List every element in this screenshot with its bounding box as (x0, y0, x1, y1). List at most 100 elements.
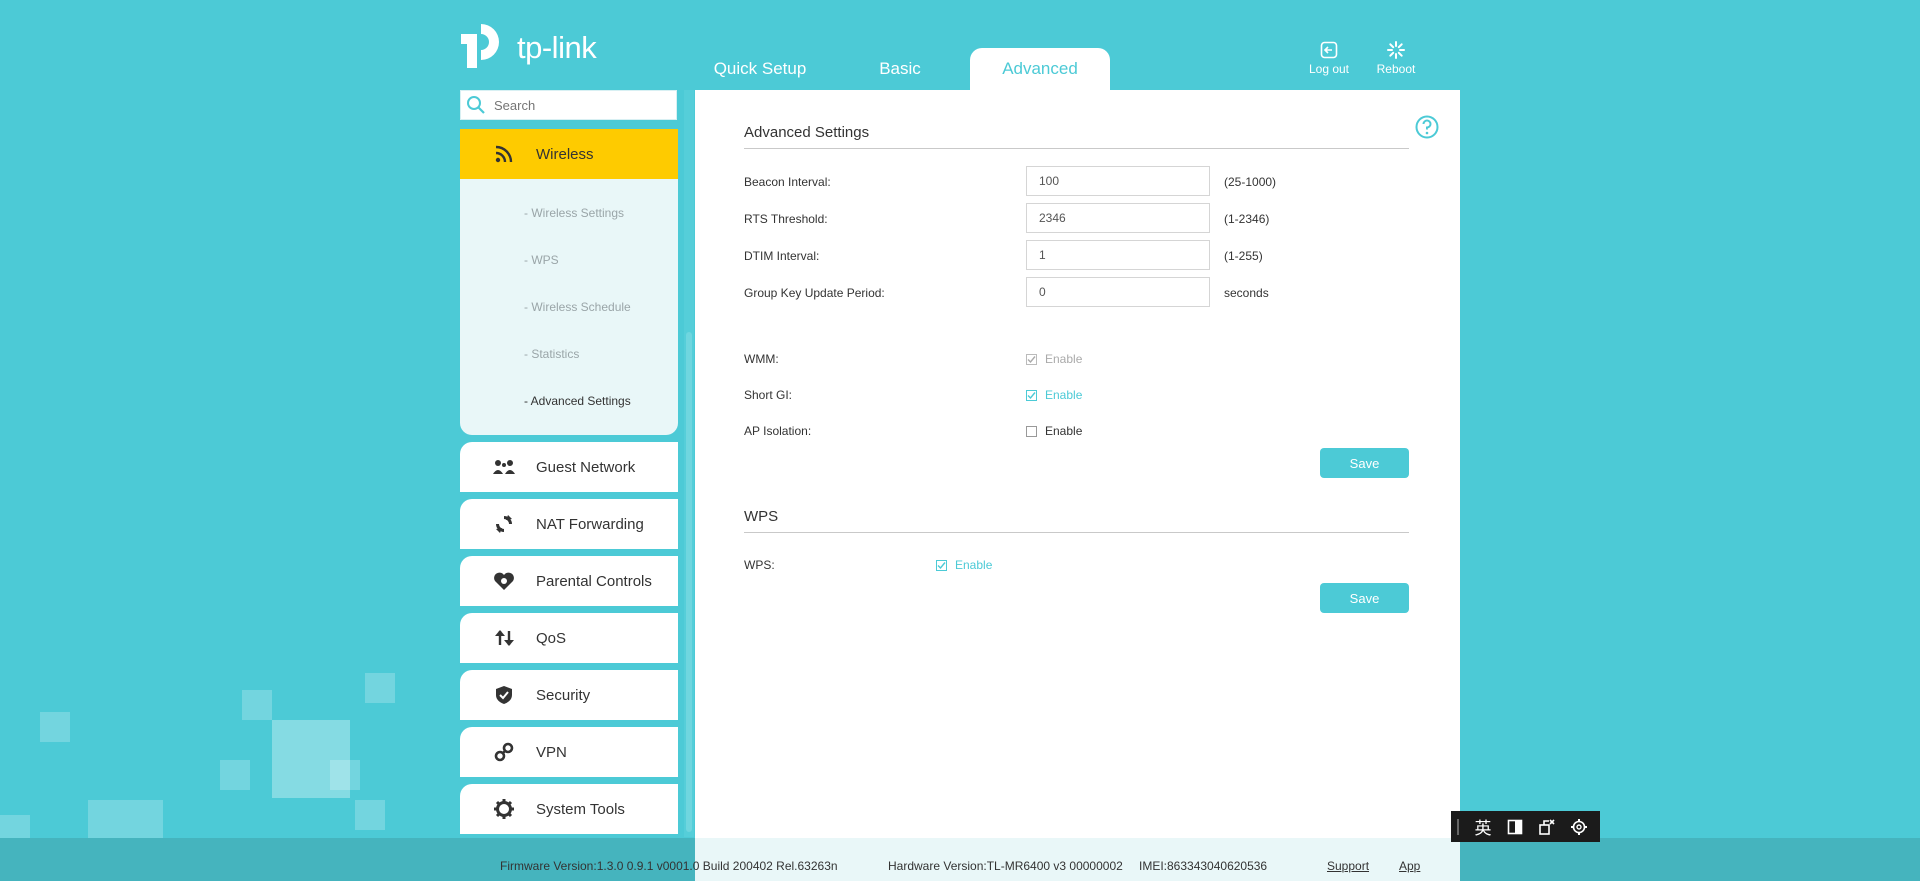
dtim-interval-label: DTIM Interval: (744, 249, 820, 263)
sidebar-item-security[interactable]: Security (460, 670, 678, 720)
section-divider (744, 532, 1409, 533)
background-decoration (220, 760, 250, 790)
wps-checkbox[interactable]: Enable (936, 558, 992, 572)
dtim-interval-input[interactable] (1026, 240, 1210, 270)
ap-isolation-label: AP Isolation: (744, 424, 812, 438)
brand-logo: tp-link (459, 20, 597, 72)
group-key-update-label: Group Key Update Period: (744, 286, 885, 300)
rts-threshold-label: RTS Threshold: (744, 212, 828, 226)
checkbox-label: Enable (955, 558, 993, 572)
sidebar-item-label: NAT Forwarding (536, 515, 644, 533)
sidebar-item-label: System Tools (536, 800, 625, 818)
reboot-label: Reboot (1376, 62, 1416, 76)
submenu-wps[interactable]: - WPS (460, 237, 678, 284)
search-box (460, 90, 677, 120)
tp-link-logo-icon (461, 24, 499, 68)
ime-tools-icon[interactable] (1531, 818, 1563, 836)
wps-save-button[interactable]: Save (1320, 583, 1409, 613)
sidebar-item-wireless[interactable]: Wireless (460, 129, 678, 179)
sidebar-item-qos[interactable]: QoS (460, 613, 678, 663)
wps-title: WPS (744, 508, 779, 525)
ap-isolation-checkbox[interactable]: Enable (1026, 424, 1082, 438)
rts-threshold-hint: (1-2346) (1224, 212, 1270, 226)
gear-icon (488, 798, 520, 820)
main-tabs: Quick Setup Basic Advanced (690, 48, 1110, 90)
parental-controls-icon (488, 571, 520, 591)
checkbox-label: Enable (1045, 424, 1083, 438)
sidebar-item-parental-controls[interactable]: Parental Controls (460, 556, 678, 606)
wifi-icon (488, 144, 520, 164)
sidebar-item-system-tools[interactable]: System Tools (460, 784, 678, 834)
reboot-button[interactable]: Reboot (1361, 40, 1431, 76)
hardware-version: Hardware Version:TL-MR6400 v3 00000002 (888, 859, 1123, 873)
background-decoration (40, 712, 70, 742)
wmm-label: WMM: (744, 352, 779, 366)
checkbox-label: Enable (1045, 352, 1083, 366)
section-divider (744, 148, 1409, 149)
submenu-wireless-settings[interactable]: - Wireless Settings (460, 190, 678, 237)
qos-icon (488, 628, 520, 648)
group-key-update-input[interactable] (1026, 277, 1210, 307)
submenu-statistics[interactable]: - Statistics (460, 331, 678, 378)
logout-button[interactable]: Log out (1294, 40, 1364, 76)
short-gi-checkbox[interactable]: Enable (1026, 388, 1082, 402)
dtim-interval-hint: (1-255) (1224, 249, 1263, 263)
search-icon (467, 96, 485, 114)
ime-settings-icon[interactable] (1563, 818, 1595, 836)
app-link[interactable]: App (1399, 859, 1420, 873)
sidebar-item-label: Wireless (536, 145, 594, 163)
advanced-settings-title: Advanced Settings (744, 124, 870, 141)
background-decoration (242, 690, 272, 720)
help-icon[interactable] (1415, 115, 1439, 139)
sidebar-item-label: Guest Network (536, 458, 636, 476)
beacon-interval-input[interactable] (1026, 166, 1210, 196)
background-decoration (365, 673, 395, 703)
group-key-update-hint: seconds (1224, 286, 1269, 300)
sidebar-item-guest-network[interactable]: Guest Network (460, 442, 678, 492)
submenu-advanced-settings[interactable]: - Advanced Settings (460, 378, 678, 425)
sidebar-item-nat-forwarding[interactable]: NAT Forwarding (460, 499, 678, 549)
scrollbar-thumb[interactable] (686, 332, 692, 832)
logout-icon (1320, 41, 1338, 59)
sidebar-item-label: Parental Controls (536, 572, 652, 590)
short-gi-label: Short GI: (744, 388, 793, 402)
sidebar-item-vpn[interactable]: VPN (460, 727, 678, 777)
sidebar-item-label: Security (536, 686, 591, 704)
ime-toolbar: 英 (1451, 811, 1600, 842)
tab-basic[interactable]: Basic (830, 48, 970, 90)
rts-threshold-input[interactable] (1026, 203, 1210, 233)
support-link[interactable]: Support (1327, 859, 1369, 873)
sidebar-scrollbar[interactable] (684, 90, 694, 837)
beacon-interval-hint: (25-1000) (1224, 175, 1277, 189)
checkbox-label: Enable (1045, 388, 1083, 402)
imei-text: IMEI:863343040620536 (1139, 859, 1268, 873)
wireless-submenu: - Wireless Settings - WPS - Wireless Sch… (460, 179, 678, 435)
vpn-icon (488, 742, 520, 762)
logout-label: Log out (1308, 62, 1350, 76)
ime-language-button[interactable]: 英 (1467, 814, 1499, 839)
advanced-save-button[interactable]: Save (1320, 448, 1409, 478)
toolbar-grip[interactable] (1457, 818, 1459, 835)
beacon-interval-label: Beacon Interval: (744, 175, 831, 189)
reboot-icon (1387, 41, 1405, 59)
half-width-icon[interactable] (1499, 819, 1531, 835)
sidebar-item-label: QoS (536, 629, 567, 647)
guest-network-icon (488, 458, 520, 476)
checkbox-box (1026, 353, 1037, 365)
sidebar-item-label: VPN (536, 743, 567, 761)
tab-advanced[interactable]: Advanced (970, 48, 1110, 90)
wps-label: WPS: (744, 558, 775, 572)
nat-forwarding-icon (488, 514, 520, 534)
shield-icon (488, 685, 520, 705)
tab-quick-setup[interactable]: Quick Setup (690, 48, 830, 90)
checkbox-box[interactable] (1026, 425, 1037, 437)
checkbox-box[interactable] (1026, 389, 1037, 401)
search-input[interactable] (492, 96, 666, 114)
checkbox-box[interactable] (936, 559, 947, 571)
background-decoration (355, 800, 385, 830)
background-decoration (330, 760, 360, 790)
brand-name: tp-link (517, 30, 597, 65)
submenu-wireless-schedule[interactable]: - Wireless Schedule (460, 284, 678, 331)
firmware-version: Firmware Version:1.3.0 0.9.1 v0001.0 Bui… (500, 859, 838, 873)
wmm-checkbox: Enable (1026, 352, 1082, 366)
